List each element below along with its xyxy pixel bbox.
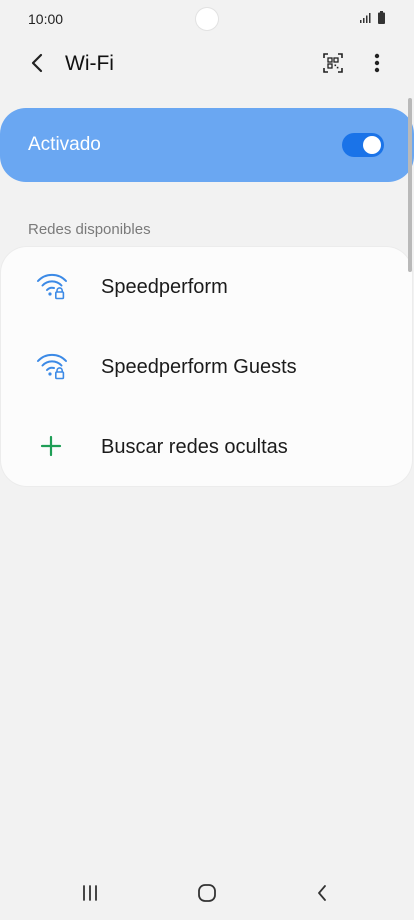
app-header: Wi-Fi xyxy=(0,38,414,90)
camera-cutout xyxy=(196,8,218,30)
network-list: Speedperform Speedperform Guests Buscar … xyxy=(1,247,412,486)
signal-icon xyxy=(360,13,371,23)
more-options-button[interactable] xyxy=(362,48,392,78)
switch-knob xyxy=(363,136,381,154)
status-bar: 10:00 xyxy=(0,0,414,38)
more-vertical-icon xyxy=(374,53,380,73)
scrollbar[interactable] xyxy=(408,98,412,272)
add-hidden-network-item[interactable]: Buscar redes ocultas xyxy=(1,407,412,487)
status-time: 10:00 xyxy=(28,11,64,27)
wifi-locked-icon xyxy=(37,273,67,300)
network-ssid: Speedperform xyxy=(101,276,228,298)
network-item-speedperform[interactable]: Speedperform xyxy=(1,247,412,327)
wifi-locked-icon xyxy=(37,353,67,380)
phone-screen: 10:00 Wi-Fi Activado Redes disponibles S… xyxy=(0,0,414,920)
recent-apps-button[interactable] xyxy=(70,878,110,908)
nav-back-button[interactable] xyxy=(302,878,342,908)
qr-code-button[interactable] xyxy=(318,48,348,78)
nav-back-icon xyxy=(318,885,326,901)
available-networks-header: Redes disponibles xyxy=(28,221,151,238)
network-ssid: Speedperform Guests xyxy=(101,356,297,378)
recent-apps-icon xyxy=(83,885,97,901)
home-icon xyxy=(198,884,216,902)
system-nav-bar xyxy=(0,868,414,920)
plus-icon xyxy=(40,435,62,457)
wifi-switch[interactable] xyxy=(342,133,384,157)
battery-icon xyxy=(378,11,385,24)
back-arrow-icon xyxy=(31,53,43,73)
qr-code-icon xyxy=(323,53,343,73)
back-button[interactable] xyxy=(22,48,52,78)
home-button[interactable] xyxy=(187,878,227,908)
page-title: Wi-Fi xyxy=(65,52,114,75)
network-item-speedperform-guests[interactable]: Speedperform Guests xyxy=(1,327,412,407)
add-hidden-network-label: Buscar redes ocultas xyxy=(101,436,288,458)
wifi-toggle-label: Activado xyxy=(28,134,101,155)
